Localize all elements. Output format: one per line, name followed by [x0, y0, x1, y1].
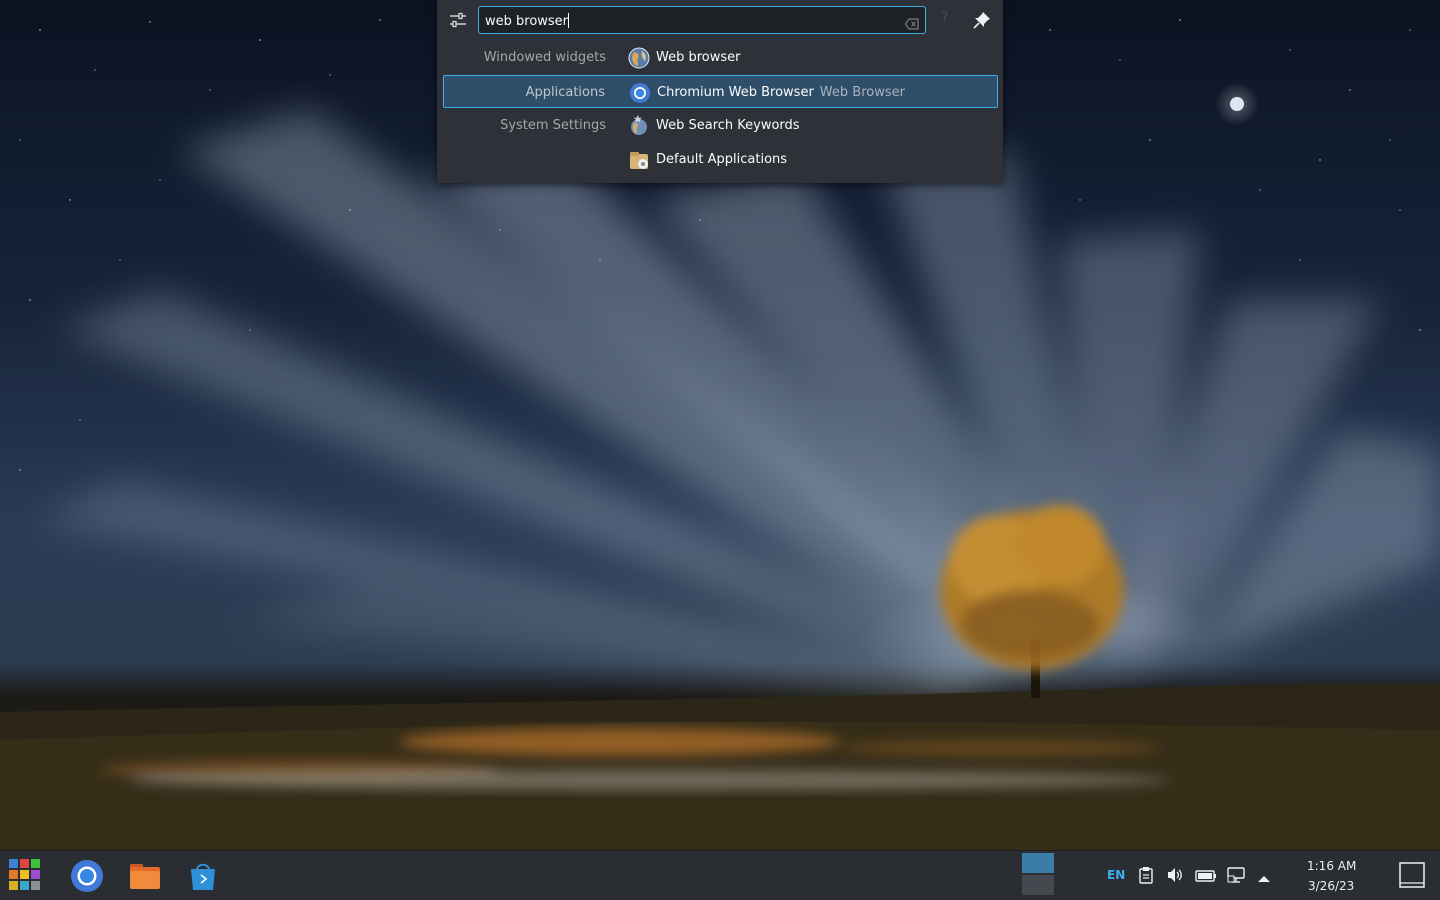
- virtual-desktop-pager[interactable]: [1022, 853, 1054, 895]
- result-subtext: Web Browser: [819, 85, 905, 100]
- discover-store-icon[interactable]: [188, 860, 218, 896]
- result-row-chromium[interactable]: Applications Chromium Web Browser Web Bro…: [443, 75, 998, 108]
- default-applications-icon: [628, 149, 650, 171]
- result-label: Web browser: [656, 50, 741, 65]
- desktop-2[interactable]: [1022, 875, 1054, 895]
- result-row-web-browser-widget[interactable]: Windowed widgets Web browser: [443, 41, 998, 74]
- battery-icon[interactable]: [1195, 868, 1217, 887]
- result-row-default-applications[interactable]: Default Applications: [443, 143, 998, 176]
- clipboard-icon[interactable]: [1138, 866, 1154, 888]
- desktop-1[interactable]: [1022, 853, 1054, 873]
- pin-icon[interactable]: [972, 10, 992, 30]
- search-input[interactable]: web browser: [478, 6, 926, 34]
- result-category: Applications: [525, 85, 605, 100]
- clock-date[interactable]: 3/26/23: [1308, 879, 1354, 893]
- chromium-launcher-icon[interactable]: [70, 859, 104, 897]
- result-label: Web Search Keywords: [656, 118, 800, 133]
- result-label: Default Applications: [656, 152, 788, 167]
- search-query-text: web browser: [485, 14, 569, 29]
- result-category: Windowed widgets: [483, 50, 606, 65]
- result-category: System Settings: [500, 118, 606, 133]
- configure-icon[interactable]: [447, 9, 469, 31]
- clear-search-icon[interactable]: [904, 15, 919, 30]
- result-label: Chromium Web Browser: [657, 85, 814, 100]
- web-search-keywords-icon: [628, 114, 650, 137]
- help-icon[interactable]: ?: [941, 10, 948, 26]
- result-row-web-search-keywords[interactable]: System Settings Web Search Keywords: [443, 109, 998, 142]
- application-launcher-icon[interactable]: [8, 858, 42, 896]
- volume-icon[interactable]: [1166, 866, 1184, 888]
- clock-time[interactable]: 1:16 AM: [1307, 859, 1356, 873]
- show-desktop-icon[interactable]: [1399, 862, 1425, 892]
- keyboard-layout-indicator[interactable]: EN: [1107, 868, 1125, 882]
- chromium-icon: [629, 82, 651, 104]
- network-icon[interactable]: [1227, 866, 1245, 888]
- expand-tray-icon[interactable]: [1257, 869, 1271, 888]
- globe-icon: [628, 47, 650, 69]
- file-manager-icon[interactable]: [129, 861, 161, 895]
